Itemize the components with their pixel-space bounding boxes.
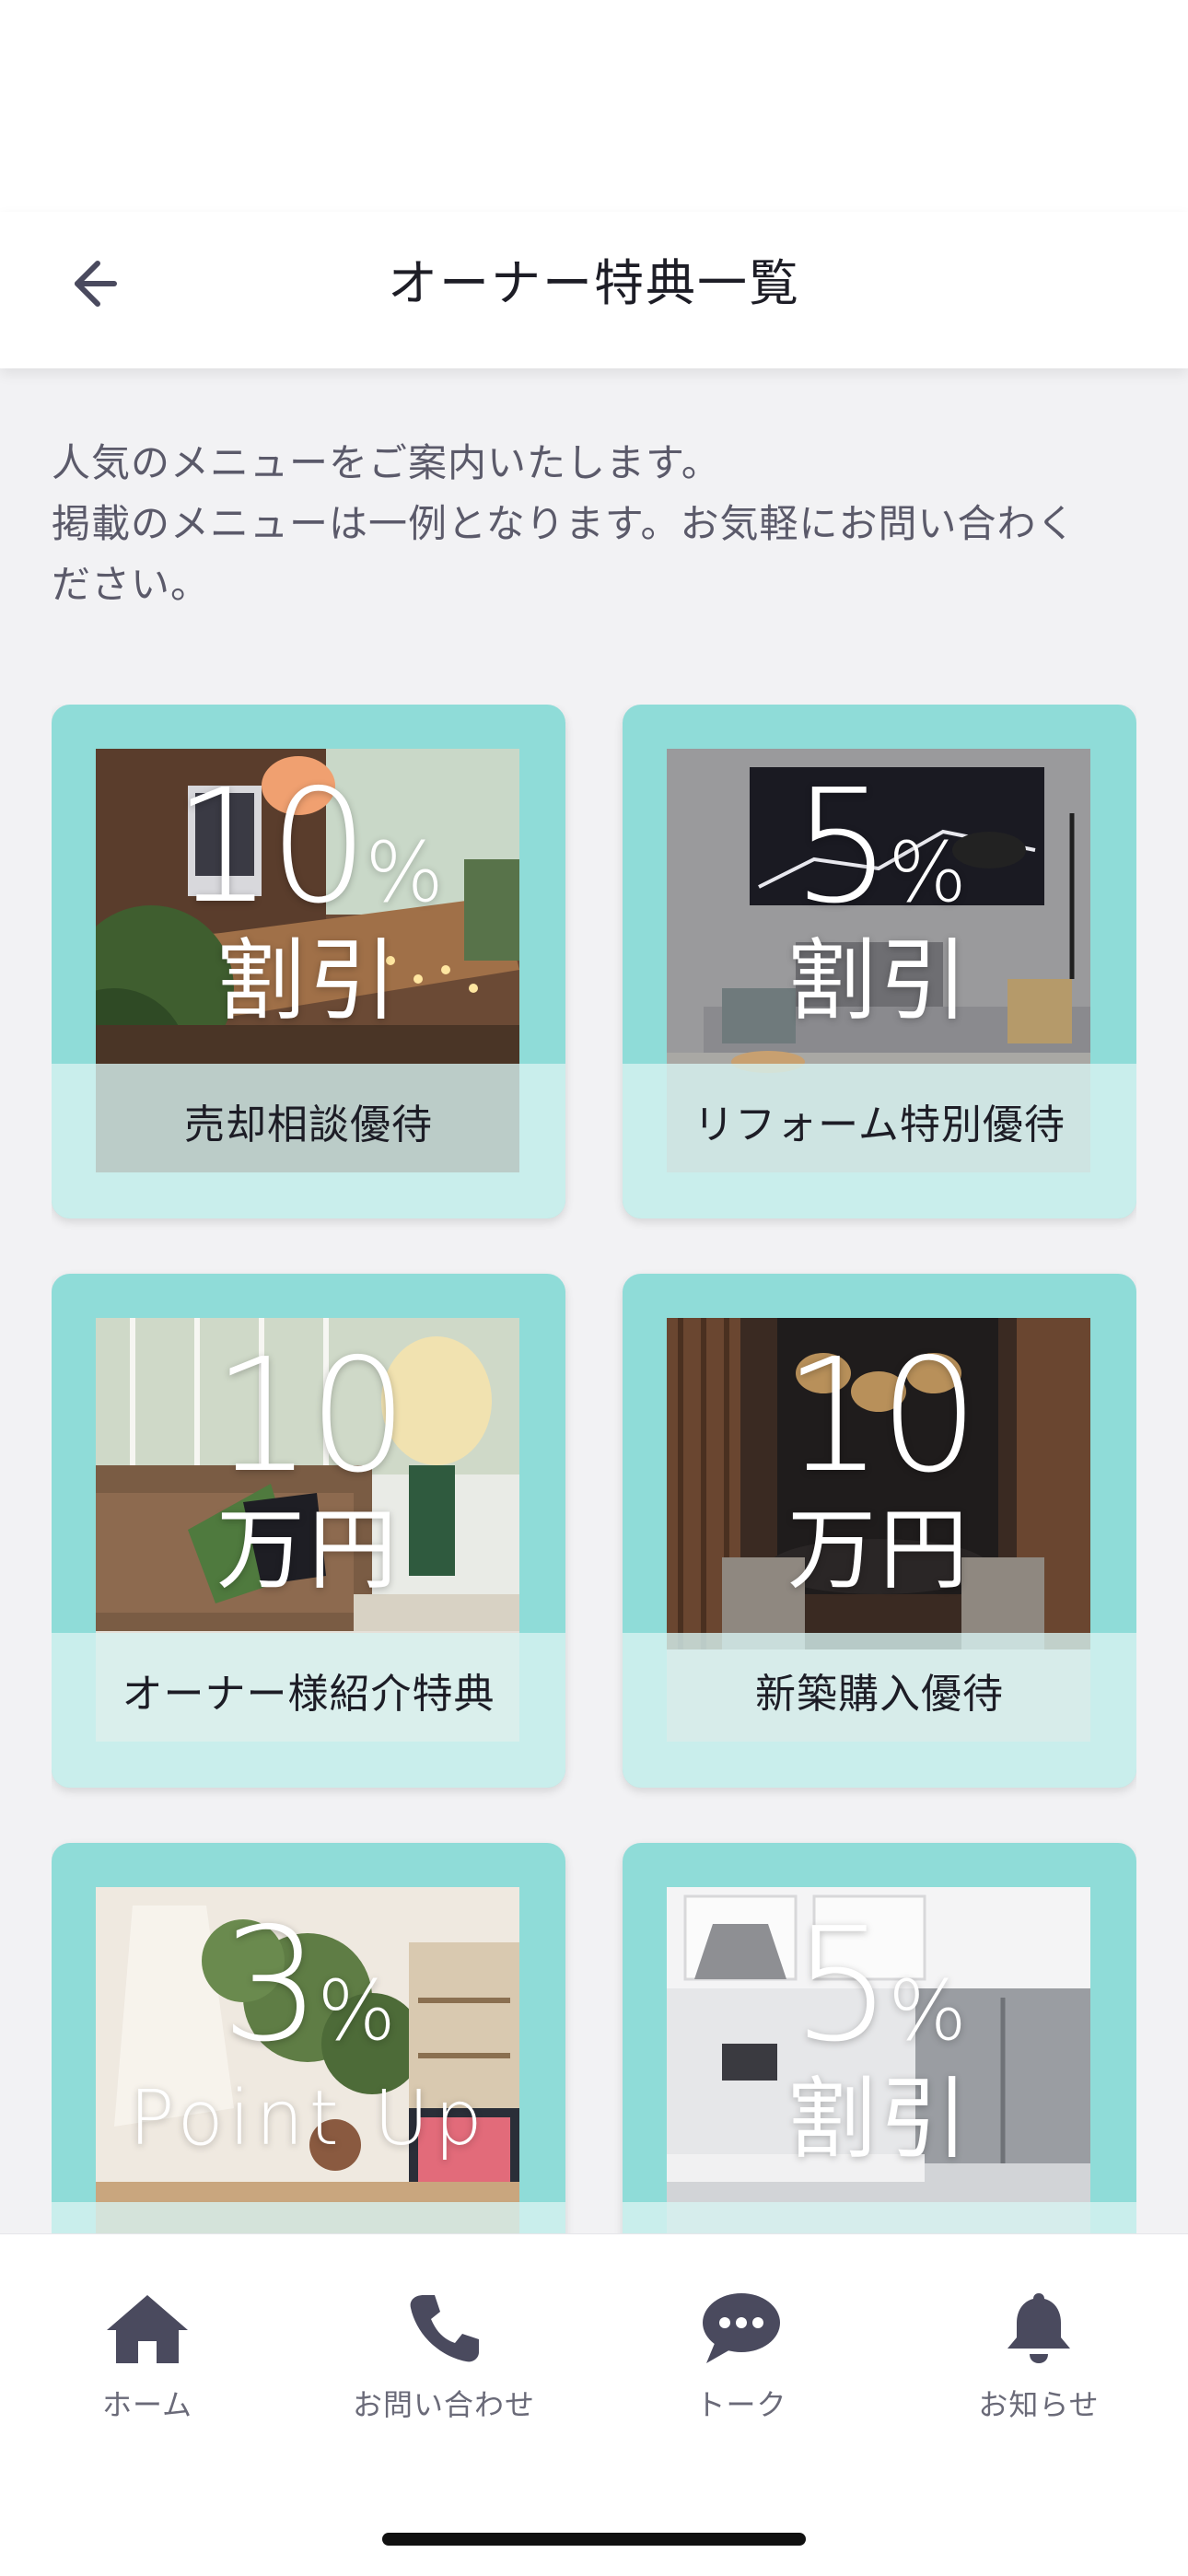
benefit-amount: 10 <box>212 1325 408 1508</box>
benefit-card-sale[interactable]: 10% 割引 売却相談優待 <box>52 705 565 1218</box>
tab-talk-label: トーク <box>695 2387 787 2422</box>
tab-home-label: ホーム <box>101 2387 193 2422</box>
benefit-card-kitchen[interactable]: 5% 割引 <box>623 1843 1136 2233</box>
benefit-unit-label: 万円 <box>216 1498 401 1602</box>
benefit-caption: オーナー様紹介特典 <box>122 1671 495 1718</box>
benefit-card-referral[interactable]: 10 万円 オーナー様紹介特典 <box>52 1274 565 1788</box>
benefit-unit-label: Point Up <box>129 2075 488 2162</box>
benefit-grid: 10% 割引 売却相談優待 5% 割引 リフォーム特別優待 10 万円 オーナー… <box>52 705 1136 2233</box>
tab-home[interactable]: ホーム <box>32 2290 262 2422</box>
status-bar-area <box>0 0 1188 212</box>
benefit-unit-label: 割引 <box>787 2068 972 2171</box>
tab-news[interactable]: お知らせ <box>924 2290 1154 2422</box>
tab-news-label: お知らせ <box>978 2387 1100 2422</box>
benefit-caption: 新築購入優待 <box>755 1671 1004 1718</box>
intro-text: 人気のメニューをご案内いたします。 掲載のメニューは一例となります。お気軽にお問… <box>52 433 1138 615</box>
benefit-card-new-home[interactable]: 10 万円 新築購入優待 <box>623 1274 1136 1788</box>
benefit-amount: 3% <box>221 1894 396 2077</box>
benefit-caption: 売却相談優待 <box>184 1102 433 1148</box>
bell-icon <box>1007 2293 1070 2363</box>
home-icon <box>107 2295 188 2363</box>
tab-contact[interactable]: お問い合わせ <box>329 2290 559 2422</box>
benefit-unit-label: 割引 <box>216 929 401 1032</box>
tab-contact-label: お問い合わせ <box>352 2387 535 2422</box>
intro-line-1: 人気のメニューをご案内いたします。 <box>52 440 721 485</box>
phone-icon <box>410 2295 479 2362</box>
bottom-tab-bar: ホーム お問い合わせ トーク お知らせ <box>0 2233 1188 2576</box>
benefit-card-reform[interactable]: 5% 割引 リフォーム特別優待 <box>623 705 1136 1218</box>
header-bar: オーナー特典一覧 <box>0 212 1188 368</box>
chat-bubble-icon <box>703 2293 780 2363</box>
caption-band <box>52 2202 565 2233</box>
benefit-card-point-up[interactable]: 3% Point Up <box>52 1843 565 2233</box>
intro-line-3: ださい。 <box>52 562 211 607</box>
benefit-unit-label: 万円 <box>787 1498 972 1602</box>
benefit-amount: 10% <box>173 756 444 938</box>
benefit-caption: リフォーム特別優待 <box>693 1102 1066 1148</box>
benefit-amount: 5% <box>792 1894 967 2077</box>
caption-band <box>623 2202 1136 2233</box>
benefit-amount: 5% <box>792 756 967 938</box>
home-indicator <box>382 2533 806 2546</box>
intro-line-2: 掲載のメニューは一例となります。お気軽にお問い合わく <box>52 501 1077 546</box>
tab-talk[interactable]: トーク <box>626 2290 856 2422</box>
benefit-amount: 10 <box>783 1325 979 1508</box>
benefit-unit-label: 割引 <box>787 929 972 1032</box>
page-title: オーナー特典一覧 <box>388 254 800 312</box>
